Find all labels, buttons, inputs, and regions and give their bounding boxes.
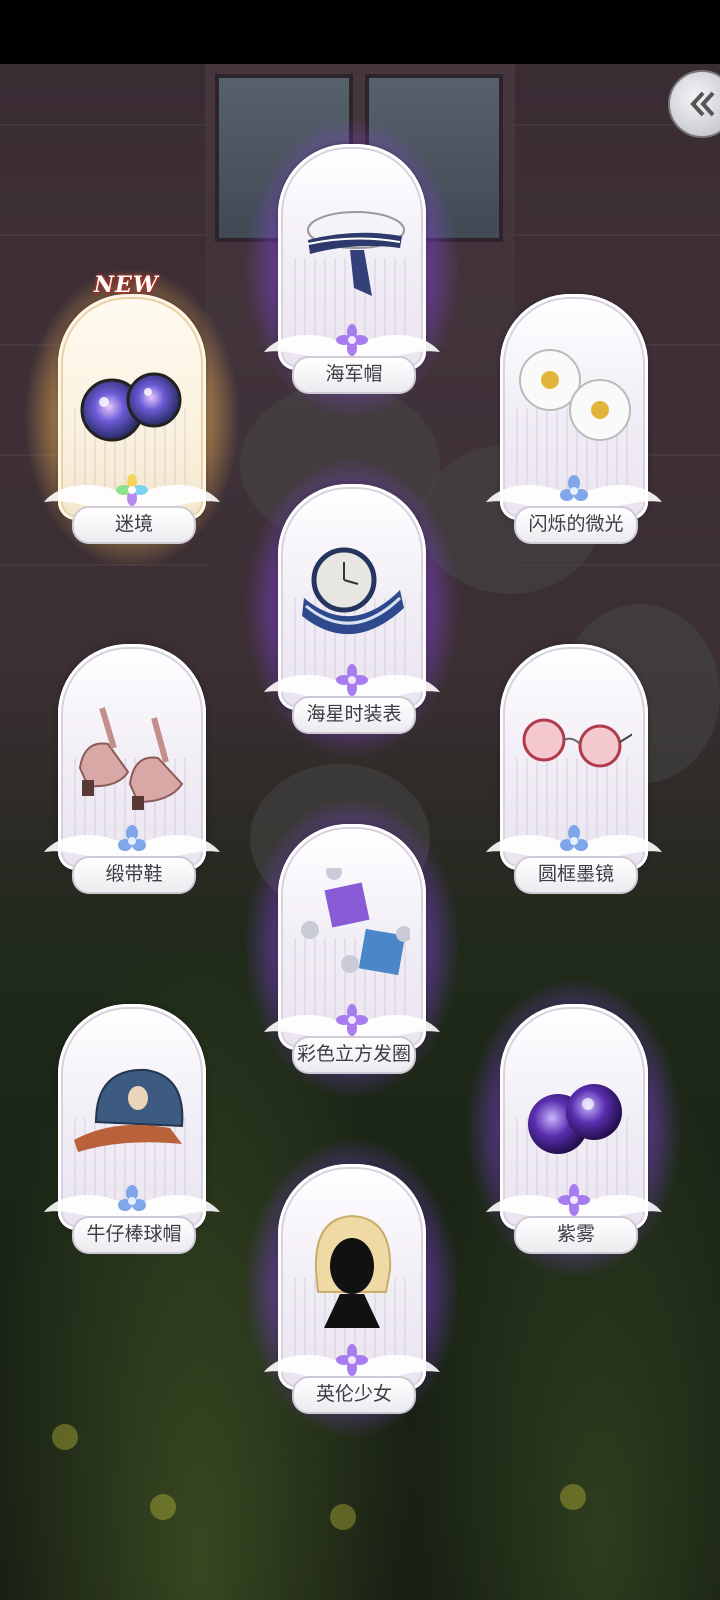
sailor-beret-icon — [307, 211, 405, 296]
item-card-hairtie[interactable]: 彩色立方发圈 — [246, 800, 458, 1096]
item-card-mijing[interactable]: NEW 迷境 — [26, 270, 238, 566]
new-badge: NEW — [94, 272, 159, 298]
blonde-bob-hairstyle-icon — [314, 1214, 392, 1328]
double-chevron-left-icon — [690, 91, 715, 117]
blue-flower-gem-icon — [560, 825, 588, 851]
purple-flower-gem-icon — [336, 1344, 368, 1376]
round-sunglasses-icon — [522, 718, 632, 768]
item-card-sunglasses[interactable]: 圆框墨镜 — [486, 638, 662, 898]
daisy-earrings-icon — [519, 349, 631, 441]
purple-flower-gem-icon — [336, 1004, 368, 1036]
rainbow-flower-gem-icon — [116, 474, 148, 506]
status-bar — [0, 0, 720, 64]
navy-wristwatch-icon — [302, 547, 404, 635]
blue-flower-gem-icon — [560, 475, 588, 501]
blue-flower-gem-icon — [118, 825, 146, 851]
item-card-yinglun[interactable]: 英伦少女 — [246, 1140, 458, 1436]
cube-hair-tie-icon — [301, 868, 410, 976]
item-name-label: 英伦少女 — [292, 1376, 416, 1414]
item-name-label: 牛仔棒球帽 — [72, 1216, 196, 1254]
item-name-label: 彩色立方发圈 — [292, 1036, 416, 1074]
item-name-label: 迷境 — [72, 506, 196, 544]
item-name-label: 海军帽 — [292, 356, 416, 394]
item-name-label: 缎带鞋 — [72, 856, 196, 894]
item-name-label: 紫雾 — [514, 1216, 638, 1254]
purple-flower-gem-icon — [336, 324, 368, 356]
item-card-haijunmao[interactable]: 海军帽 — [246, 120, 458, 416]
item-card-ziwu[interactable]: 紫雾 — [468, 980, 680, 1276]
item-name-label: 海星时装表 — [292, 696, 416, 734]
item-name-label: 圆框墨镜 — [514, 856, 638, 894]
item-card-shanshuo[interactable]: 闪烁的微光 — [486, 288, 662, 548]
purple-flower-gem-icon — [336, 664, 368, 696]
purple-contact-lens-icon — [528, 1084, 622, 1154]
item-card-cap[interactable]: 牛仔棒球帽 — [44, 998, 220, 1258]
item-card-watch[interactable]: 海星时装表 — [246, 460, 458, 756]
ribbon-shoes-icon — [78, 707, 184, 810]
glitter-contact-lens-icon — [80, 372, 182, 442]
purple-flower-gem-icon — [558, 1184, 590, 1216]
item-name-label: 闪烁的微光 — [514, 506, 638, 544]
denim-baseball-cap-icon — [74, 1068, 184, 1152]
item-card-shoes[interactable]: 缎带鞋 — [44, 638, 220, 898]
blue-flower-gem-icon — [118, 1185, 146, 1211]
